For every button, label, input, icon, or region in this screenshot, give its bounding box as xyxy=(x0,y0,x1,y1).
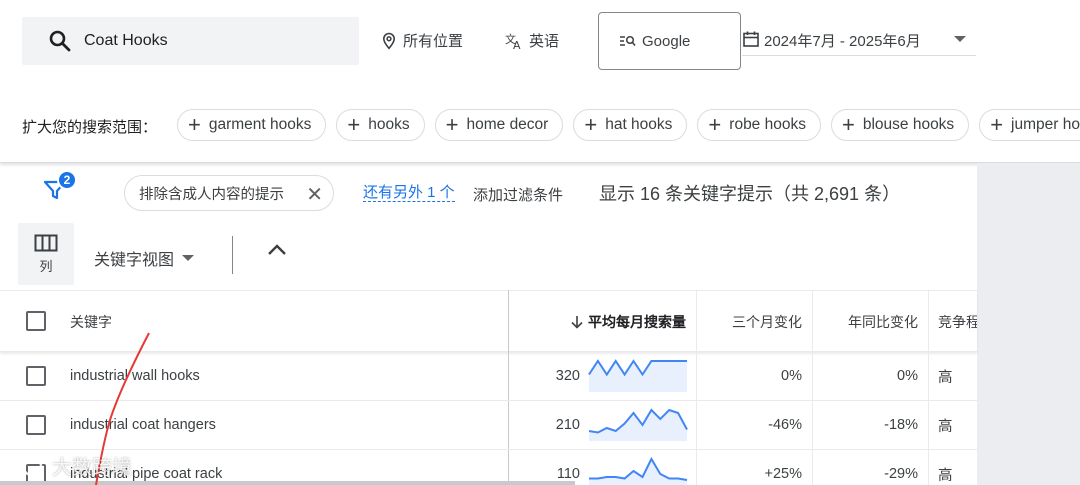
chip-label: blouse hooks xyxy=(862,116,955,133)
chip-label: home decor xyxy=(466,116,549,133)
sparkline-area xyxy=(589,361,687,392)
plus-icon: + xyxy=(445,112,459,137)
view-selector[interactable]: 关键字视图 xyxy=(94,246,195,270)
header-competition[interactable]: 竞争程度 xyxy=(938,291,977,352)
engine-label: Google xyxy=(642,32,691,50)
search-icon xyxy=(49,30,71,52)
search-query: Coat Hooks xyxy=(84,32,168,49)
suggestion-chip[interactable]: + hat hooks xyxy=(573,109,688,141)
yoy-cell: 0% xyxy=(897,368,918,384)
plus-icon: + xyxy=(347,112,361,137)
header-yoy[interactable]: 年同比变化 xyxy=(813,291,928,352)
avg-searches-cell: 320 xyxy=(555,368,580,384)
avg-searches-cell: 210 xyxy=(555,417,580,433)
plus-icon: + xyxy=(584,112,598,137)
location-filter[interactable]: 所有位置 xyxy=(381,30,463,51)
columns-icon xyxy=(34,234,58,251)
table-row[interactable]: industrial coat hangers 210 -46% -18% 高 xyxy=(0,401,977,450)
location-label: 所有位置 xyxy=(403,33,464,50)
translate-icon: 文A xyxy=(505,32,521,50)
filter-bar: 2 排除含成人内容的提示 ✕ 还有另外 1 个 添加过滤条件 显示 16 条关键… xyxy=(0,163,977,223)
table-header: 关键字 平均每月搜索量 三个月变化 年同比变化 竞争程度 xyxy=(0,290,977,352)
search-engine-selector[interactable]: Google xyxy=(598,12,741,70)
filter-count-badge: 2 xyxy=(57,170,77,190)
add-filter-button[interactable]: 添加过滤条件 xyxy=(473,184,563,205)
horizontal-scrollbar[interactable] xyxy=(0,481,575,485)
broaden-search-bar: 扩大您的搜索范围： + garment hooks + hooks + home de… xyxy=(0,85,1080,163)
header-avg-label: 平均每月搜索量 xyxy=(588,313,686,330)
results-count: 显示 16 条关键字提示（共 2,691 条） xyxy=(599,184,901,204)
columns-label: 列 xyxy=(39,258,53,274)
top-bar: Coat Hooks 所有位置 文A 英语 Google 2024年7月 - 2… xyxy=(0,0,1080,85)
view-label: 关键字视图 xyxy=(94,252,175,269)
active-filter-chip[interactable]: 排除含成人内容的提示 ✕ xyxy=(124,175,334,211)
more-filters-link[interactable]: 还有另外 1 个 xyxy=(363,185,455,202)
date-range-selector[interactable]: 2024年7月 - 2025年6月 xyxy=(742,30,976,56)
plus-icon: + xyxy=(188,112,201,137)
watermark-logo-icon xyxy=(8,455,43,476)
chevron-up-icon[interactable] xyxy=(266,243,288,257)
suggestion-chip[interactable]: + home decor xyxy=(434,109,564,141)
chip-label: hooks xyxy=(368,116,410,133)
suggestion-chips: + garment hooks + hooks + home decor + hat h… xyxy=(177,109,1080,141)
suggestion-chip[interactable]: + robe hooks xyxy=(697,109,821,141)
chip-label: jumper hooks xyxy=(1011,116,1080,133)
broaden-search-label: 扩大您的搜索范围： xyxy=(22,119,158,136)
three-month-cell: -46% xyxy=(768,417,802,433)
chip-label: hat hooks xyxy=(605,116,673,133)
watermark-text: 大数跨境 xyxy=(52,457,132,479)
plus-icon: + xyxy=(841,112,855,137)
sparkline-area xyxy=(589,459,687,485)
table-toolbar: 列 关键字视图 xyxy=(0,223,977,290)
avg-searches-cell: 110 xyxy=(556,466,580,482)
row-checkbox[interactable] xyxy=(26,415,46,435)
chip-label: garment hooks xyxy=(208,116,312,133)
engine-search-icon xyxy=(620,35,636,47)
close-icon[interactable]: ✕ xyxy=(306,182,323,207)
row-checkbox[interactable] xyxy=(26,366,46,386)
language-label: 英语 xyxy=(529,33,560,50)
header-avg-searches[interactable]: 平均每月搜索量 xyxy=(509,291,696,352)
yoy-cell: -18% xyxy=(884,417,918,433)
watermark: 大数跨境 xyxy=(8,451,132,480)
columns-button[interactable]: 列 xyxy=(18,223,74,285)
three-month-cell: 0% xyxy=(781,368,802,384)
plus-icon: + xyxy=(708,112,722,137)
three-month-cell: +25% xyxy=(764,466,803,482)
side-gutter xyxy=(977,163,1080,485)
suggestion-chip[interactable]: + hooks xyxy=(336,109,425,141)
language-filter[interactable]: 文A 英语 xyxy=(505,30,559,51)
table-row[interactable]: industrial pipe coat rack 110 +25% -29% … xyxy=(0,450,977,485)
search-input[interactable]: Coat Hooks xyxy=(22,17,359,65)
calendar-icon xyxy=(743,31,759,47)
suggestion-chip[interactable]: + garment hooks xyxy=(177,109,327,141)
competition-cell: 高 xyxy=(938,467,953,484)
date-range-label: 2024年7月 - 2025年6月 xyxy=(764,33,921,50)
divider xyxy=(232,236,233,274)
keyword-cell: industrial coat hangers xyxy=(70,417,216,433)
dropdown-caret-icon xyxy=(954,36,966,42)
sort-down-icon xyxy=(571,315,583,329)
chip-label: robe hooks xyxy=(729,116,806,133)
location-pin-icon xyxy=(382,32,396,49)
competition-cell: 高 xyxy=(938,418,953,435)
header-keyword[interactable]: 关键字 xyxy=(70,291,112,352)
plus-icon: + xyxy=(990,112,1004,137)
sparkline-area xyxy=(589,410,687,441)
active-filter-label: 排除含成人内容的提示 xyxy=(139,186,284,203)
keyword-table: 关键字 平均每月搜索量 三个月变化 年同比变化 竞争程度 industrial … xyxy=(0,290,977,485)
trend-sparkline xyxy=(588,408,688,441)
trend-sparkline xyxy=(588,359,687,392)
dropdown-arrow-icon xyxy=(182,255,195,261)
keyword-cell: industrial wall hooks xyxy=(70,368,200,384)
yoy-cell: -29% xyxy=(884,466,918,482)
suggestion-chip[interactable]: + jumper hooks xyxy=(979,109,1080,141)
trend-sparkline xyxy=(589,456,688,485)
suggestion-chip[interactable]: + blouse hooks xyxy=(830,109,970,141)
select-all-checkbox[interactable] xyxy=(26,311,46,331)
svg-text:A: A xyxy=(513,39,521,50)
header-three-month[interactable]: 三个月变化 xyxy=(697,291,812,352)
table-row[interactable]: industrial wall hooks 320 0% 0% 高 xyxy=(0,352,977,401)
competition-cell: 高 xyxy=(938,369,953,386)
